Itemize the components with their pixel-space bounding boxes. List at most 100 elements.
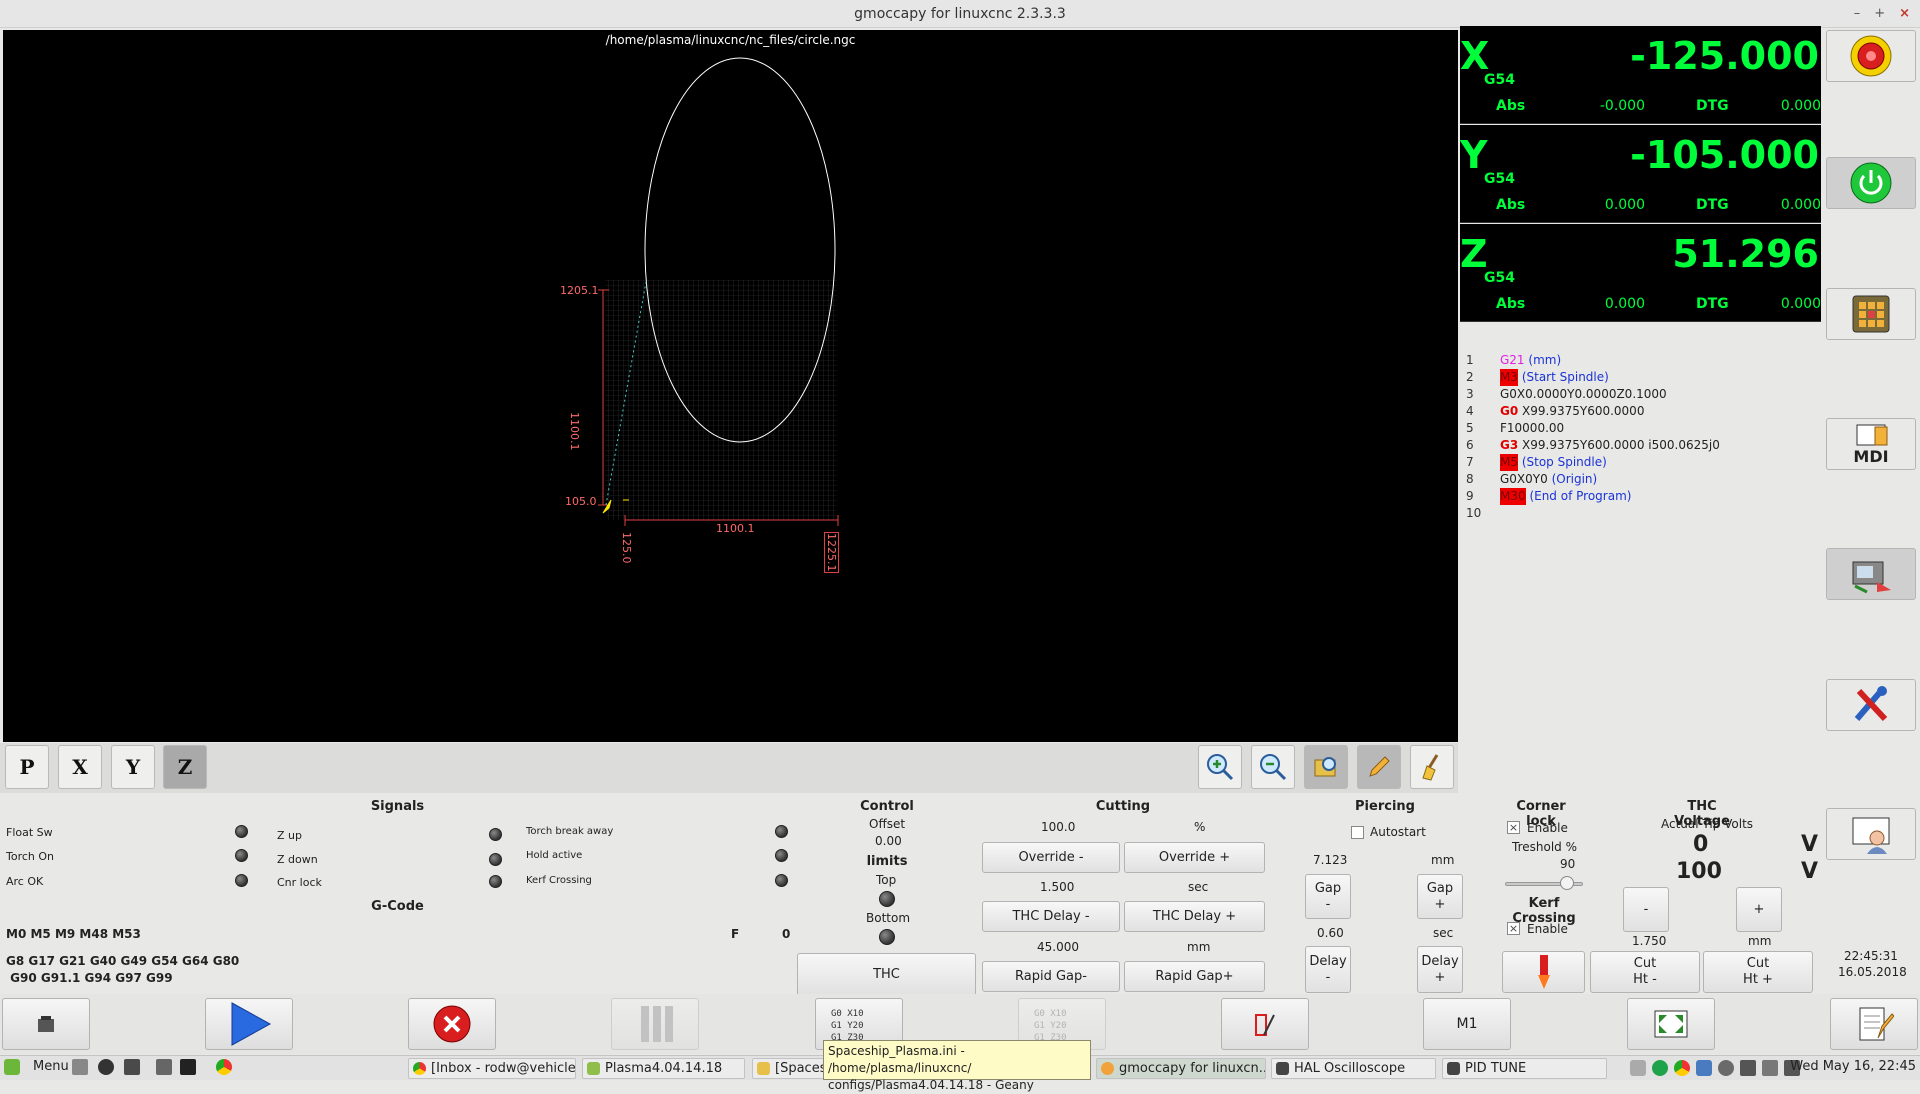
active-mcodes: M0 M5 M9 M48 M53 bbox=[6, 927, 141, 941]
task-plasma-folder[interactable]: Plasma4.04.14.18 bbox=[582, 1058, 745, 1079]
rapid-gap-value: 45.000 bbox=[1037, 940, 1079, 954]
minimize-button[interactable]: – bbox=[1854, 0, 1861, 28]
limit-top-led bbox=[879, 891, 895, 907]
manual-mode-button[interactable] bbox=[1826, 288, 1916, 340]
maximize-button[interactable]: + bbox=[1874, 0, 1885, 28]
zoom-in-button[interactable] bbox=[1198, 745, 1242, 789]
edit-program-button[interactable] bbox=[1830, 998, 1918, 1050]
thc-delay-value: 1.500 bbox=[1040, 880, 1075, 894]
zoom-fit-button[interactable] bbox=[1304, 745, 1348, 789]
user-tabs-button[interactable] bbox=[1826, 808, 1916, 860]
torch-icon bbox=[1537, 955, 1550, 989]
optional-block-delete-button[interactable] bbox=[1221, 998, 1309, 1050]
pierce-gap-minus-button[interactable]: Gap - bbox=[1305, 874, 1351, 919]
auto-mode-button[interactable] bbox=[1826, 548, 1916, 600]
zoom-out-button[interactable] bbox=[1251, 745, 1295, 789]
thc-toggle-button[interactable]: THC bbox=[797, 953, 976, 996]
system-tray bbox=[1630, 1057, 1800, 1079]
toolpath-preview[interactable]: /home/plasma/linuxcnc/nc_files/circle.ng… bbox=[3, 30, 1458, 742]
dim-x-right: 1225.1 bbox=[824, 532, 839, 573]
gcode-line[interactable]: 6 G3 X99.9375Y600.0000 i500.0625j0 bbox=[1460, 437, 1720, 454]
clear-plot-button[interactable] bbox=[1410, 745, 1454, 789]
gcode-line[interactable]: 3 G0X0.0000Y0.0000Z0.1000 bbox=[1460, 386, 1667, 403]
gcode-line[interactable]: 4 G0 X99.9375Y600.0000 bbox=[1460, 403, 1644, 420]
cut-height-unit: mm bbox=[1748, 934, 1772, 948]
cut-height-plus-button[interactable]: Cut Ht + bbox=[1703, 951, 1813, 993]
corner-lock-enable-checkbox[interactable]: × bbox=[1507, 821, 1520, 834]
machine-power-button[interactable] bbox=[1826, 157, 1916, 209]
pierce-delay-plus-button[interactable]: Delay + bbox=[1417, 946, 1463, 993]
cnc-machine-icon bbox=[1852, 561, 1891, 594]
svg-text:G1 Y20: G1 Y20 bbox=[831, 1021, 864, 1031]
chrome-icon[interactable] bbox=[216, 1059, 232, 1075]
rapid-gap-unit: mm bbox=[1187, 940, 1211, 954]
svg-text:G0 X10: G0 X10 bbox=[831, 1009, 864, 1019]
file-open-icon bbox=[38, 1016, 54, 1032]
task-pid-tune[interactable]: PID TUNE bbox=[1442, 1058, 1607, 1079]
override-minus-button[interactable]: Override - bbox=[982, 842, 1120, 873]
pause-program-button[interactable] bbox=[611, 998, 699, 1050]
mint-menu-icon bbox=[4, 1059, 20, 1075]
rapid-gap-plus-button[interactable]: Rapid Gap+ bbox=[1124, 961, 1265, 992]
view-z-button[interactable]: Z bbox=[163, 745, 207, 789]
set-volts-unit: V bbox=[1801, 859, 1819, 884]
gcode-line[interactable]: 9 M30 (End of Program) bbox=[1460, 488, 1631, 505]
estop-button[interactable] bbox=[1826, 30, 1916, 82]
volts-minus-button[interactable]: - bbox=[1623, 887, 1669, 932]
settings-button[interactable] bbox=[1826, 679, 1916, 731]
pierce-gap-plus-button[interactable]: Gap + bbox=[1417, 874, 1463, 919]
optional-stop-button[interactable]: M1 bbox=[1423, 998, 1511, 1050]
close-button[interactable]: × bbox=[1899, 0, 1910, 28]
task-gmoccapy[interactable]: gmoccapy for linuxcn... bbox=[1096, 1058, 1266, 1079]
mdi-mode-button[interactable]: MDI bbox=[1826, 418, 1916, 470]
signal-z-up-label: Z up bbox=[277, 829, 302, 842]
dro-y[interactable]: Y G54 -105.000 Abs 0.000 DTG 0.000 bbox=[1460, 125, 1821, 223]
dro-z[interactable]: Z G54 51.296 Abs 0.000 DTG 0.000 bbox=[1460, 224, 1821, 322]
gcode-line[interactable]: 2 M3 (Start Spindle) bbox=[1460, 369, 1609, 386]
cut-height-minus-button[interactable]: Cut Ht - bbox=[1590, 951, 1700, 993]
torch-fire-button[interactable] bbox=[1502, 951, 1585, 993]
dim-x-span: 1100.1 bbox=[716, 522, 755, 535]
task-inbox[interactable]: [Inbox - rodw@vehicle... bbox=[408, 1058, 576, 1079]
emergency-stop-icon bbox=[1850, 35, 1892, 77]
tray-hangouts-icon bbox=[1652, 1060, 1668, 1076]
volts-plus-button[interactable]: + bbox=[1736, 887, 1782, 932]
task-hal-oscilloscope[interactable]: HAL Oscilloscope bbox=[1271, 1058, 1436, 1079]
gcode-listing[interactable]: 1 G21 (mm) 2 M3 (Start Spindle) 3 G0X0.0000… bbox=[1460, 322, 1821, 792]
open-file-button[interactable] bbox=[2, 998, 90, 1050]
thc-delay-minus-button[interactable]: THC Delay - bbox=[982, 901, 1120, 932]
gcode-line[interactable]: 1 G21 (mm) bbox=[1460, 352, 1561, 369]
signal-kerf-crossing-label: Kerf Crossing bbox=[526, 875, 592, 886]
autostart-checkbox[interactable] bbox=[1351, 826, 1364, 839]
launcher-icon-3[interactable] bbox=[124, 1059, 140, 1075]
run-program-button[interactable] bbox=[205, 998, 293, 1050]
taskbar-clock[interactable]: Wed May 16, 22:45 bbox=[1790, 1059, 1916, 1074]
thc-delay-plus-button[interactable]: THC Delay + bbox=[1124, 901, 1265, 932]
launcher-icon-1[interactable] bbox=[72, 1059, 88, 1075]
rapid-gap-minus-button[interactable]: Rapid Gap- bbox=[982, 961, 1120, 992]
menu-button[interactable]: Menu bbox=[33, 1059, 69, 1074]
launcher-icon-2[interactable] bbox=[98, 1059, 114, 1075]
terminal-icon[interactable] bbox=[180, 1059, 196, 1075]
time-display: 22:45:31 bbox=[1844, 949, 1898, 963]
gcode-line[interactable]: 10 bbox=[1460, 505, 1500, 522]
view-p-button[interactable]: P bbox=[5, 745, 49, 789]
fullscreen-button[interactable] bbox=[1627, 998, 1715, 1050]
view-y-button[interactable]: Y bbox=[111, 745, 155, 789]
edit-button[interactable] bbox=[1357, 745, 1401, 789]
kerf-enable-checkbox[interactable]: × bbox=[1507, 922, 1520, 935]
zoom-out-icon bbox=[1260, 754, 1287, 781]
override-plus-button[interactable]: Override + bbox=[1124, 842, 1265, 873]
gcode-line[interactable]: 8 G0X0Y0 (Origin) bbox=[1460, 471, 1597, 488]
gcode-line[interactable]: 7 M5 (Stop Spindle) bbox=[1460, 454, 1607, 471]
view-x-button[interactable]: X bbox=[58, 745, 102, 789]
dro-abs-value: 0.000 bbox=[1604, 197, 1645, 213]
stop-program-button[interactable] bbox=[408, 998, 496, 1050]
notepad-icon bbox=[1859, 1007, 1894, 1041]
pierce-delay-minus-button[interactable]: Delay - bbox=[1305, 946, 1351, 993]
gcode-line[interactable]: 5 F10000.00 bbox=[1460, 420, 1564, 437]
treshold-slider-handle[interactable] bbox=[1560, 876, 1574, 890]
task-spaces[interactable]: [Spaces bbox=[752, 1058, 827, 1079]
show-desktop-icon[interactable] bbox=[156, 1059, 172, 1075]
dro-x[interactable]: X G54 -125.000 Abs -0.000 DTG 0.000 bbox=[1460, 26, 1821, 124]
